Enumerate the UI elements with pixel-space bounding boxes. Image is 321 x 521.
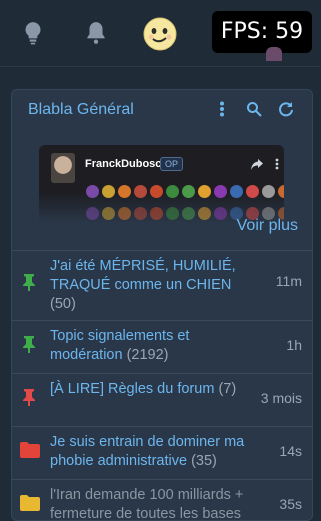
topic-row[interactable]: Je suis entrain de dominer ma phobie adm… bbox=[12, 426, 312, 473]
topic-title: Je suis entrain de dominer ma phobie adm… bbox=[50, 434, 245, 469]
banner-username: FranckDubosc bbox=[85, 158, 162, 170]
forum-title[interactable]: Blabla Général bbox=[28, 101, 134, 119]
badge-icon bbox=[118, 185, 131, 198]
topic-row[interactable]: Topic signalements et modération (2192) … bbox=[12, 320, 312, 367]
badge-icon bbox=[182, 185, 195, 198]
folder-icon bbox=[20, 442, 40, 460]
more-icon[interactable] bbox=[275, 157, 279, 175]
topic-row[interactable]: [À LIRE] Règles du forum (7) 3 mois bbox=[12, 373, 312, 420]
topic-time: 35s bbox=[279, 496, 302, 512]
pin-icon bbox=[20, 335, 38, 353]
badge-icon bbox=[262, 185, 275, 198]
more-vertical-icon[interactable] bbox=[212, 99, 232, 119]
post-banner[interactable]: FranckDubosc OP bbox=[39, 145, 284, 223]
topic-time: 1h bbox=[286, 337, 302, 353]
badge-icon bbox=[166, 207, 179, 220]
folder-icon bbox=[20, 495, 40, 513]
fps-counter: FPS: 59 bbox=[212, 11, 312, 53]
badge-icon bbox=[86, 185, 99, 198]
share-icon[interactable] bbox=[251, 157, 263, 175]
badge-list bbox=[86, 185, 284, 198]
badge-icon bbox=[198, 207, 211, 220]
badge-icon bbox=[102, 207, 115, 220]
badge-icon bbox=[278, 185, 284, 198]
badge-icon bbox=[86, 207, 99, 220]
topic-title: l'Iran demande 100 milliards + fermeture… bbox=[50, 487, 244, 521]
badge-icon bbox=[214, 207, 227, 220]
topic-row[interactable]: J'ai été MÉPRISÉ, HUMILIÉ, TRAQUÉ comme … bbox=[12, 250, 312, 315]
topic-title: Topic signalements et modération (2192) bbox=[50, 328, 190, 363]
badge-icon bbox=[134, 207, 147, 220]
topic-time: 11m bbox=[275, 273, 302, 289]
badge-icon bbox=[182, 207, 195, 220]
topic-title: J'ai été MÉPRISÉ, HUMILIÉ, TRAQUÉ comme … bbox=[50, 258, 236, 312]
op-badge: OP bbox=[160, 157, 184, 171]
badge-icon bbox=[102, 185, 115, 198]
refresh-icon[interactable] bbox=[276, 99, 296, 119]
voir-plus-link[interactable]: Voir plus bbox=[237, 217, 298, 235]
lightbulb-icon[interactable] bbox=[20, 20, 46, 46]
topic-row[interactable]: l'Iran demande 100 milliards + fermeture… bbox=[12, 479, 312, 521]
topic-time: 3 mois bbox=[260, 390, 302, 406]
top-bar: FPS: 59 bbox=[0, 0, 321, 67]
forum-card: Blabla Général FranckDubosc OP Voir plus… bbox=[11, 89, 313, 521]
badge-icon bbox=[198, 185, 211, 198]
badge-icon bbox=[150, 185, 163, 198]
search-icon[interactable] bbox=[244, 99, 264, 119]
badge-icon bbox=[214, 185, 227, 198]
badge-icon bbox=[246, 185, 259, 198]
user-avatar[interactable] bbox=[266, 47, 282, 61]
badge-icon bbox=[118, 207, 131, 220]
topic-time: 14s bbox=[279, 443, 302, 459]
badge-icon bbox=[134, 185, 147, 198]
user-photo bbox=[51, 153, 75, 183]
badge-icon bbox=[166, 185, 179, 198]
pin-icon bbox=[20, 273, 38, 291]
topic-title: [À LIRE] Règles du forum (7) bbox=[50, 381, 237, 397]
pin-icon bbox=[20, 388, 38, 406]
bell-icon[interactable] bbox=[83, 20, 109, 46]
badge-icon bbox=[150, 207, 163, 220]
badge-icon bbox=[230, 185, 243, 198]
smiley-avatar-icon[interactable] bbox=[142, 16, 178, 52]
